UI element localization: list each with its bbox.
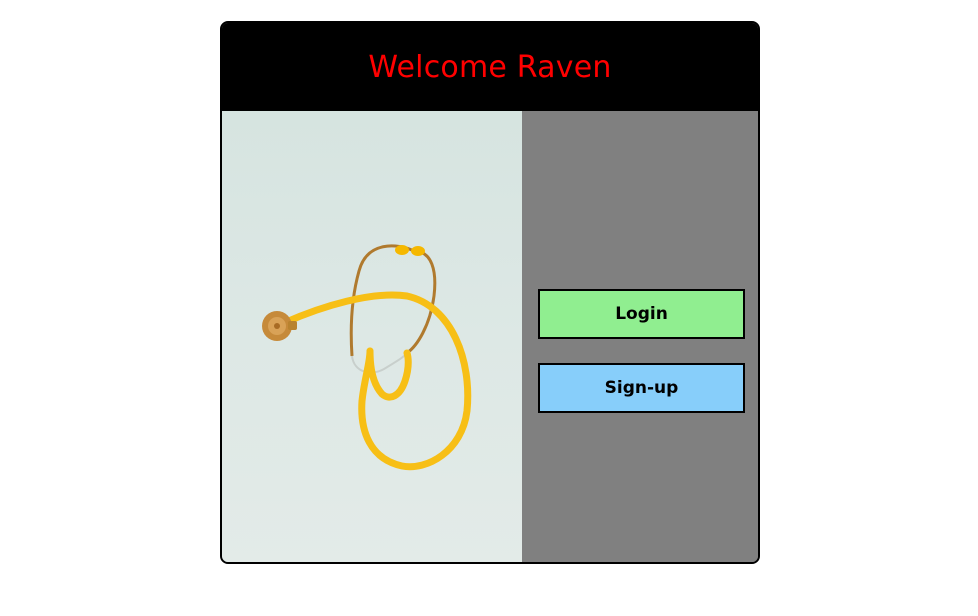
page-title: Welcome Raven [368, 49, 612, 85]
actions-panel: Login Sign-up [522, 111, 758, 562]
signup-button[interactable]: Sign-up [538, 363, 745, 413]
stethoscope-illustration [262, 244, 472, 471]
header-bar: Welcome Raven [222, 23, 758, 111]
stethoscope-image [222, 111, 522, 562]
login-button[interactable]: Login [538, 289, 745, 339]
welcome-card: Welcome Raven Login Sign-up [220, 21, 760, 564]
